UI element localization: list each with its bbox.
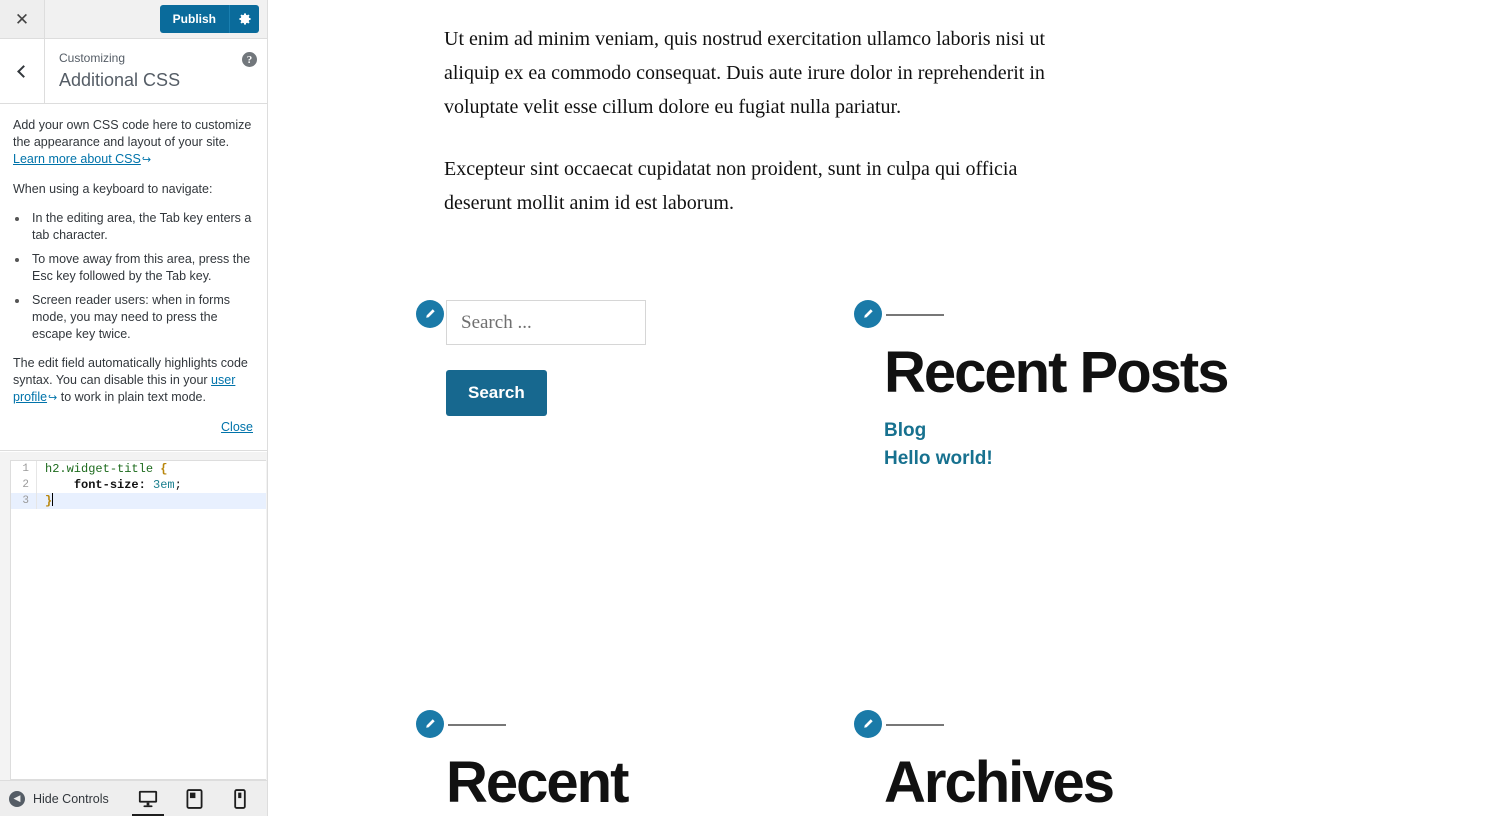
code-line-content: h2.widget-title { [37,461,167,477]
pencil-icon [426,719,435,728]
help-intro-paragraph: Add your own CSS code here to customize … [13,117,253,169]
widget-archives: Archives September 2019 [854,710,1292,816]
css-open-brace: { [153,462,168,476]
customizer-sidebar: ✕ Publish Customizing Additional CSS ? A… [0,0,268,816]
hide-controls-button[interactable]: ◀ Hide Controls [0,790,135,807]
css-close-brace: } [45,494,53,508]
list-item: In the editing area, the Tab key enters … [29,210,253,244]
panel-titles: Customizing Additional CSS ? [45,39,267,103]
code-line-active: 3 } [11,493,266,509]
edit-recent-comments-widget-button[interactable] [416,710,444,738]
gear-icon [238,13,251,25]
edit-archives-widget-button[interactable] [854,710,882,738]
css-property: font-size: [73,478,146,492]
css-editor-wrapper: 1 h2.widget-title { 2 font-size: 3em; 3 … [0,452,267,780]
list-item: Screen reader users: when in forms mode,… [29,292,253,343]
publish-settings-gear-button[interactable] [229,5,259,33]
edit-search-widget-button[interactable] [416,300,444,328]
panel-header: Customizing Additional CSS ? [0,39,267,104]
css-value: 3em [145,478,175,492]
device-preview-switcher [132,784,267,816]
post-content: Ut enim ad minim veniam, quis nostrud ex… [444,22,1064,220]
page-title: Additional CSS [59,70,181,90]
pencil-icon [426,309,435,318]
pencil-icon [864,719,873,728]
preview-mobile-button[interactable] [227,784,253,814]
panel-back-button[interactable] [0,39,45,103]
desktop-icon [138,790,158,807]
line-number: 2 [11,477,37,493]
mobile-icon [234,788,246,809]
learn-more-about-css-link[interactable]: Learn more about CSS [13,152,141,166]
edit-recent-posts-widget-button[interactable] [854,300,882,328]
list-item: Blog [884,420,1292,442]
search-submit-button[interactable]: Search [446,370,547,416]
publish-button[interactable]: Publish [159,5,229,33]
css-selector-tag: h2 [45,462,60,476]
preview-desktop-button[interactable] [132,784,164,816]
recent-post-link[interactable]: Blog [884,420,926,441]
code-line-content: font-size: 3em; [37,477,182,493]
code-line: 1 h2.widget-title { [11,461,266,477]
widget-recent-posts: Recent Posts Blog Hello world! [854,300,1292,476]
text-caret [52,493,54,506]
syntax-note-after: to work in plain text mode. [57,390,206,404]
help-icon[interactable]: ? [242,52,257,67]
external-link-icon: ↪ [141,154,152,166]
help-description-block: Add your own CSS code here to customize … [0,104,267,451]
widget-divider [886,724,944,726]
widget-divider [886,314,944,316]
panel-eyebrow: Customizing [59,51,126,65]
widget-title: Recent Posts [884,340,1229,405]
list-item: Hello world! [884,448,1292,470]
preview-tablet-button[interactable] [181,784,207,814]
hide-controls-label: Hide Controls [33,791,109,806]
publish-group: Publish [159,5,259,33]
customizer-footer: ◀ Hide Controls [0,780,267,816]
widget-divider [448,724,506,726]
recent-posts-list: Blog Hello world! [884,420,1292,470]
close-customizer-button[interactable]: ✕ [0,0,45,38]
close-help-row: Close [13,419,253,436]
close-icon: ✕ [14,9,30,29]
widget-search: Search [416,300,854,476]
search-input[interactable] [446,300,646,345]
customizer-app: ✕ Publish Customizing Additional CSS ? A… [0,0,1500,816]
external-link-icon: ↪ [48,392,58,404]
css-selector-class: .widget-title [59,462,154,476]
widget-title: Archives [884,750,1115,815]
css-code-editor[interactable]: 1 h2.widget-title { 2 font-size: 3em; 3 … [10,460,266,780]
help-intro-text: Add your own CSS code here to customize … [13,118,252,149]
widget-title: Recent Comments [446,750,629,815]
keyboard-bullet-list: In the editing area, the Tab key enters … [29,210,253,343]
syntax-note-paragraph: The edit field automatically highlights … [13,355,253,407]
widget-recent-comments: Recent Comments A WordPress Commenter on… [416,710,854,816]
code-line-content: } [37,493,54,509]
customizer-topbar: ✕ Publish [0,0,267,39]
code-line: 2 font-size: 3em; [11,477,266,493]
chevron-left-icon [17,64,30,78]
keyboard-heading: When using a keyboard to navigate: [13,182,213,196]
site-preview-frame: Ut enim ad minim veniam, quis nostrud ex… [268,0,1500,816]
list-item: To move away from this area, press the E… [29,251,253,285]
post-paragraph: Excepteur sint occaecat cupidatat non pr… [444,158,1018,214]
tablet-icon [186,788,203,809]
line-number: 3 [11,493,37,509]
pencil-icon [864,309,873,318]
css-semicolon: ; [174,478,182,492]
widget-area: Search Recent Posts Blog Hello world! [416,300,1500,816]
post-paragraph: Ut enim ad minim veniam, quis nostrud ex… [444,28,1046,118]
line-number: 1 [11,461,37,477]
collapse-arrow-icon: ◀ [9,790,25,807]
recent-post-link[interactable]: Hello world! [884,448,993,469]
close-help-link[interactable]: Close [221,420,253,434]
